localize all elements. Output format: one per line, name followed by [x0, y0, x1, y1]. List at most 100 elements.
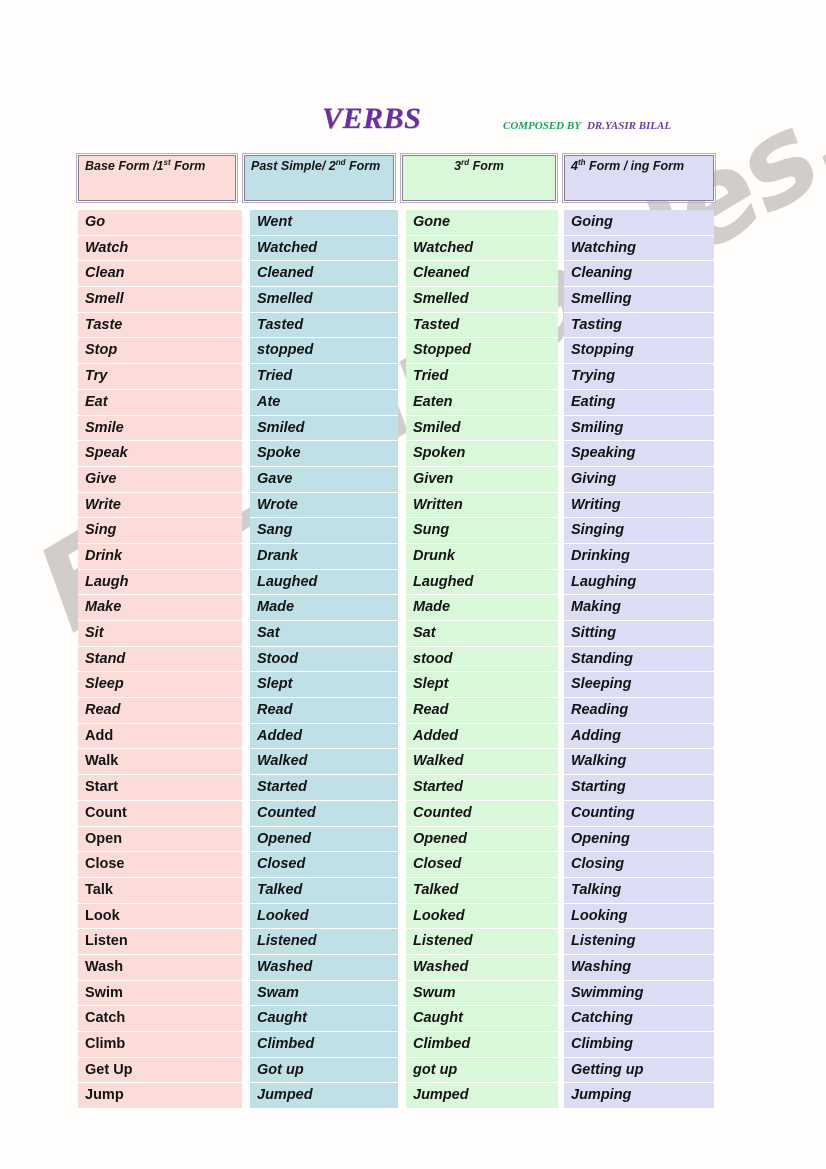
cell-past-simple: Spoke — [250, 441, 398, 467]
cell-ing-form: Opening — [564, 826, 714, 853]
cell-past-simple: Washed — [250, 954, 398, 981]
cell-base-form: Stand — [78, 646, 242, 673]
cell-third-form: Sat — [406, 621, 558, 647]
cell-past-simple: Closed — [250, 852, 398, 878]
cell-base-form: Smell — [78, 287, 242, 313]
cell-third-form: Listened — [406, 929, 558, 955]
cell-base-form: Count — [78, 800, 242, 827]
cell-third-form: Opened — [406, 826, 558, 853]
cell-past-simple: Got up — [250, 1057, 398, 1084]
cell-third-form: Smiled — [406, 415, 558, 442]
cell-base-form: Listen — [78, 929, 242, 955]
verb-forms-table: Base Form /1st Form Past Simple/ 2nd For… — [76, 153, 716, 1110]
cell-third-form: Smelled — [406, 287, 558, 313]
cell-ing-form: Starting — [564, 775, 714, 801]
column-third-form: Gone Watched Cleaned Smelled Tasted Stopped Tr… — [398, 210, 558, 1110]
cell-third-form: stood — [406, 646, 558, 673]
cell-base-form: Open — [78, 826, 242, 853]
cell-past-simple: Talked — [250, 877, 398, 904]
cell-third-form: Tried — [406, 364, 558, 390]
credit-line: COMPOSED BY DR.YASIR BILAL — [503, 120, 671, 132]
cell-third-form: Cleaned — [406, 261, 558, 288]
cell-past-simple: Tasted — [250, 312, 398, 339]
cell-past-simple: Watched — [250, 235, 398, 262]
cell-third-form: Eaten — [406, 389, 558, 416]
cell-base-form: Try — [78, 364, 242, 390]
column-ing-form: Going Watching Cleaning Smelling Tasting Stop… — [558, 210, 714, 1110]
cell-base-form: Smile — [78, 415, 242, 442]
column-base-form: Go Watch Clean Smell Taste Stop Try Eat Smile Spe… — [78, 210, 242, 1110]
table-body: Go Watch Clean Smell Taste Stop Try Eat Smile Spe… — [78, 210, 714, 1110]
cell-ing-form: Eating — [564, 389, 714, 416]
cell-third-form: Walked — [406, 749, 558, 776]
cell-base-form: Get Up — [78, 1057, 242, 1084]
column-header-past-simple: Past Simple/ 2nd Form — [242, 153, 396, 203]
cell-past-simple: Sang — [250, 518, 398, 544]
cell-third-form: Gone — [406, 210, 558, 236]
cell-ing-form: Drinking — [564, 543, 714, 570]
cell-ing-form: Talking — [564, 877, 714, 904]
cell-third-form: Tasted — [406, 312, 558, 339]
cell-base-form: Close — [78, 852, 242, 878]
cell-third-form: Read — [406, 698, 558, 724]
cell-base-form: Start — [78, 775, 242, 801]
table-header-row: Base Form /1st Form Past Simple/ 2nd For… — [76, 153, 716, 203]
cell-ing-form: Laughing — [564, 569, 714, 596]
cell-third-form: Jumped — [406, 1083, 558, 1110]
cell-ing-form: Closing — [564, 852, 714, 878]
cell-base-form: Sit — [78, 621, 242, 647]
cell-base-form: Drink — [78, 543, 242, 570]
cell-ing-form: Smiling — [564, 415, 714, 442]
cell-base-form: Wash — [78, 954, 242, 981]
cell-past-simple: Smiled — [250, 415, 398, 442]
cell-base-form: Go — [78, 210, 242, 236]
cell-past-simple: Cleaned — [250, 261, 398, 288]
column-header-tail: Form — [469, 159, 504, 173]
cell-ing-form: Trying — [564, 364, 714, 390]
column-header-tail: Form / ing Form — [585, 159, 685, 173]
cell-past-simple: Swam — [250, 980, 398, 1007]
cell-ing-form: Going — [564, 210, 714, 236]
cell-third-form: Washed — [406, 954, 558, 981]
worksheet-page: ESLprintables.com VERBS COMPOSED BYDR.YA… — [0, 0, 826, 1169]
cell-ing-form: Tasting — [564, 312, 714, 339]
cell-third-form: Swum — [406, 980, 558, 1007]
cell-ing-form: Stopping — [564, 338, 714, 365]
cell-past-simple: stopped — [250, 338, 398, 365]
cell-past-simple: Opened — [250, 826, 398, 853]
column-header-tail: Form — [170, 159, 206, 173]
cell-ing-form: Getting up — [564, 1057, 714, 1084]
column-header-ordinal-suffix: nd — [335, 157, 346, 167]
cell-past-simple: Counted — [250, 800, 398, 827]
cell-third-form: Sung — [406, 518, 558, 544]
column-header-base-form: Base Form /1st Form — [76, 153, 238, 203]
cell-past-simple: Caught — [250, 1006, 398, 1032]
cell-base-form: Give — [78, 466, 242, 493]
cell-ing-form: Climbing — [564, 1032, 714, 1058]
cell-ing-form: Counting — [564, 800, 714, 827]
cell-past-simple: Sat — [250, 621, 398, 647]
cell-past-simple: Climbed — [250, 1032, 398, 1058]
cell-past-simple: Laughed — [250, 569, 398, 596]
cell-base-form: Speak — [78, 441, 242, 467]
column-header-ordinal-suffix: rd — [461, 157, 470, 167]
cell-base-form: Climb — [78, 1032, 242, 1058]
cell-ing-form: Cleaning — [564, 261, 714, 288]
column-header-main: Base Form /1 — [85, 159, 164, 173]
cell-ing-form: Standing — [564, 646, 714, 673]
cell-base-form: Read — [78, 698, 242, 724]
column-header-ing-form: 4th Form / ing Form — [562, 153, 716, 203]
cell-past-simple: Listened — [250, 929, 398, 955]
cell-past-simple: Made — [250, 595, 398, 621]
cell-past-simple: Went — [250, 210, 398, 236]
cell-base-form: Watch — [78, 235, 242, 262]
cell-ing-form: Looking — [564, 903, 714, 930]
cell-past-simple: Wrote — [250, 492, 398, 519]
cell-third-form: Added — [406, 723, 558, 750]
cell-third-form: Made — [406, 595, 558, 621]
cell-third-form: Closed — [406, 852, 558, 878]
column-past-simple: Went Watched Cleaned Smelled Tasted stopped Tr… — [242, 210, 398, 1110]
cell-base-form: Talk — [78, 877, 242, 904]
cell-base-form: Sing — [78, 518, 242, 544]
cell-past-simple: Started — [250, 775, 398, 801]
